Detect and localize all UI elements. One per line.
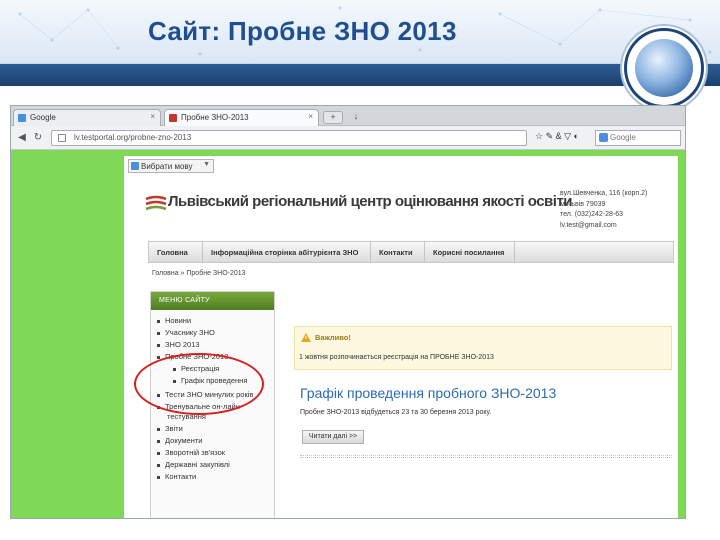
- sidebar-item-news[interactable]: Новини: [157, 316, 191, 325]
- sidebar-item-procurement[interactable]: Державні закупівлі: [157, 460, 230, 469]
- sidebar-item-participant[interactable]: Учасникy ЗНО: [157, 328, 215, 337]
- slide-header: Сайт: Пробне ЗНО 2013: [0, 0, 720, 64]
- highlight-annotation: [134, 353, 264, 415]
- sidebar-item-reports[interactable]: Звіти: [157, 424, 183, 433]
- read-more-button[interactable]: Читати далі >>: [302, 430, 364, 444]
- tab-probne-zno[interactable]: Пробне ЗНО-2013 ×: [164, 109, 319, 126]
- search-placeholder: Google: [610, 133, 636, 142]
- page-icon: [58, 134, 66, 142]
- reload-icon[interactable]: ↻: [31, 131, 45, 145]
- nav-bar: ◀ ↻ lv.testportal.org/probne-zno-2013 ☆ …: [11, 126, 685, 150]
- language-select-label: Вибрати мову: [141, 162, 193, 171]
- header-bar: [0, 64, 720, 86]
- sidebar-heading: МЕНЮ САЙТУ: [151, 292, 274, 310]
- back-icon[interactable]: ◀: [15, 131, 29, 145]
- close-icon[interactable]: ×: [150, 112, 155, 121]
- contact-city: м.Львів 79039: [560, 200, 606, 208]
- google-icon: [599, 133, 608, 142]
- tab-label: Google: [30, 113, 56, 122]
- language-select[interactable]: Вибрати мову ▼: [128, 159, 214, 173]
- sidebar-item-feedback[interactable]: Зворотній зв'язок: [157, 448, 225, 457]
- breadcrumb[interactable]: Головна » Пробне ЗНО-2013: [152, 270, 246, 277]
- close-icon[interactable]: ×: [308, 112, 313, 121]
- toolbar-icons[interactable]: ☆ ✎ & ▽ ◐: [535, 131, 579, 142]
- address-text: lv.testportal.org/probne-zno-2013: [74, 133, 192, 142]
- menu-item-useful-links[interactable]: Корисні посилання: [425, 242, 515, 262]
- news-title[interactable]: Графік проведення пробного ЗНО-2013: [300, 385, 556, 401]
- slide: Сайт: Пробне ЗНО 2013 Google × Пробне ЗН…: [0, 0, 720, 540]
- logo-icon: [145, 195, 167, 211]
- sidebar-item-documents[interactable]: Документи: [157, 436, 202, 445]
- slide-title: Сайт: Пробне ЗНО 2013: [148, 16, 457, 46]
- translate-icon: [131, 162, 139, 170]
- news-text: Пробне ЗНО-2013 відбудеться 23 та 30 бер…: [300, 409, 492, 416]
- new-tab-button[interactable]: +: [323, 111, 343, 124]
- notice-text: 1 жовтня розпочинається реєстрація на ПР…: [299, 354, 494, 361]
- google-favicon-icon: [18, 114, 26, 122]
- menu-item-contacts[interactable]: Контакти: [371, 242, 425, 262]
- contact-email[interactable]: lv.test@gmail.com: [560, 221, 647, 232]
- menu-item-home[interactable]: Головна: [149, 242, 203, 262]
- main-menu: Головна Інформаційна сторінка абітурієнт…: [148, 241, 674, 263]
- contact-info: вул.Шевченка, 116 (корп.2) м.Львів 79039…: [560, 189, 647, 231]
- chevron-down-icon: ▼: [203, 161, 210, 168]
- contact-address: вул.Шевченка, 116 (корп.2): [560, 190, 648, 197]
- tab-google[interactable]: Google ×: [13, 109, 161, 126]
- browser-screenshot: Google × Пробне ЗНО-2013 × + ↓ ◀ ↻ lv.te…: [10, 105, 686, 519]
- divider: [300, 455, 672, 458]
- globe-icon: [624, 28, 704, 108]
- tab-label: Пробне ЗНО-2013: [181, 113, 249, 122]
- sidebar-item-zno-2013[interactable]: ЗНО 2013: [157, 340, 200, 349]
- warning-icon: [301, 333, 311, 342]
- important-notice: Важливо! 1 жовтня розпочинається реєстра…: [294, 326, 672, 370]
- sidebar-item-contacts[interactable]: Контакти: [157, 472, 196, 481]
- address-bar[interactable]: lv.testportal.org/probne-zno-2013: [51, 130, 527, 146]
- web-page: Вибрати мову ▼ Львівський регіональний ц…: [124, 156, 678, 518]
- site-favicon-icon: [169, 114, 177, 122]
- download-icon[interactable]: ↓: [347, 111, 365, 124]
- tab-bar: Google × Пробне ЗНО-2013 × + ↓: [11, 106, 685, 126]
- notice-title: Важливо!: [315, 333, 351, 342]
- contact-phone: тел. (032)242-28-63: [560, 211, 624, 218]
- organization-name: Львівський регіональний центр оцінювання…: [168, 193, 573, 210]
- menu-item-applicant-info[interactable]: Інформаційна сторінка абітурієнта ЗНО: [203, 242, 371, 262]
- search-input[interactable]: Google: [595, 130, 681, 146]
